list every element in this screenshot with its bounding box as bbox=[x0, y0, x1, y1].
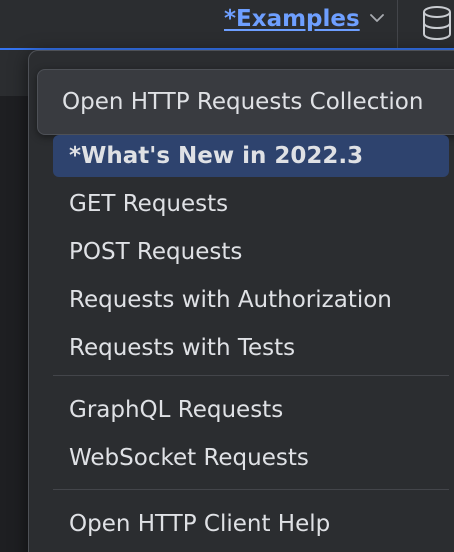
chevron-down-icon[interactable] bbox=[369, 12, 385, 24]
menu-item-get-requests[interactable]: GET Requests bbox=[53, 183, 449, 225]
examples-popup-menu: Open HTTP Requests Collection *What's Ne… bbox=[28, 50, 454, 552]
menu-separator bbox=[53, 375, 449, 376]
menu-item-open-http-client-help[interactable]: Open HTTP Client Help bbox=[53, 503, 449, 545]
editor-gutter bbox=[0, 96, 30, 552]
menu-item-requests-with-authorization[interactable]: Requests with Authorization bbox=[53, 279, 449, 321]
ide-window: *Examples Open HTTP Requests Collection … bbox=[0, 0, 454, 552]
menu-item-whats-new[interactable]: *What's New in 2022.3 bbox=[53, 135, 449, 177]
examples-dropdown-link[interactable]: *Examples bbox=[224, 4, 360, 34]
main-toolbar: *Examples bbox=[0, 0, 454, 48]
menu-item-websocket-requests[interactable]: WebSocket Requests bbox=[53, 437, 449, 479]
database-icon[interactable] bbox=[420, 4, 454, 42]
menu-item-requests-with-tests[interactable]: Requests with Tests bbox=[53, 327, 449, 369]
open-collection-label[interactable]: Open HTTP Requests Collection bbox=[62, 70, 423, 134]
menu-item-post-requests[interactable]: POST Requests bbox=[53, 231, 449, 273]
menu-item-graphql-requests[interactable]: GraphQL Requests bbox=[53, 389, 449, 431]
toolbar-separator bbox=[397, 0, 398, 48]
open-collection-header[interactable]: Open HTTP Requests Collection bbox=[37, 69, 454, 135]
menu-separator bbox=[53, 489, 449, 490]
